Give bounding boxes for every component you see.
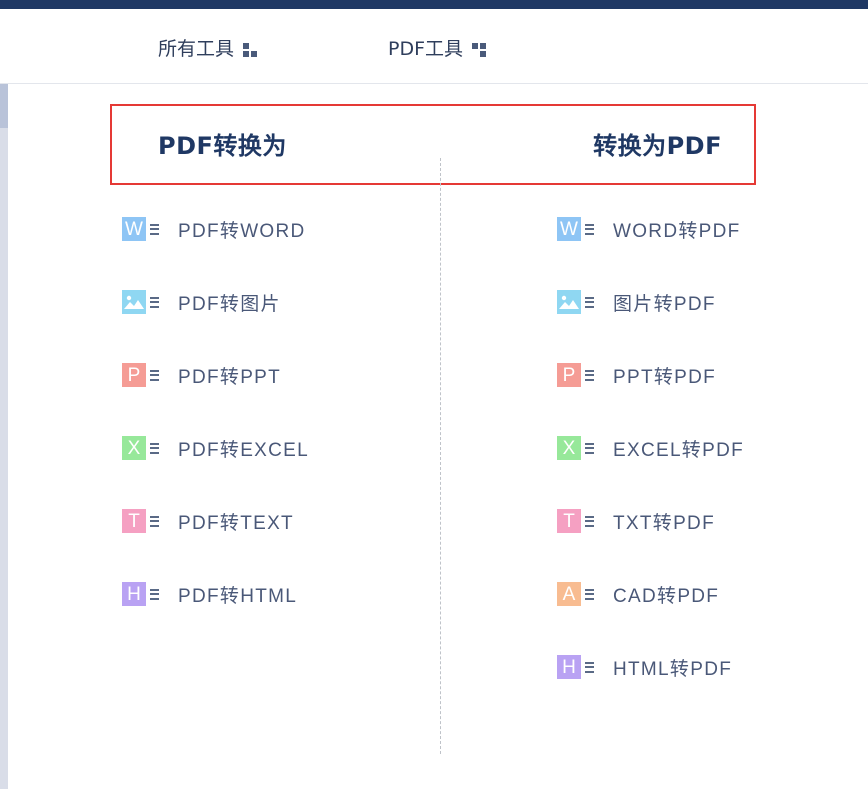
image-icon <box>122 290 146 314</box>
tool-label: PDF转EXCEL <box>178 439 310 461</box>
nav-all-tools[interactable]: 所有工具 <box>158 33 258 61</box>
tool-label: PDF转图片 <box>178 293 281 315</box>
text-icon: T <box>122 509 146 533</box>
excel-icon: X <box>557 436 581 460</box>
to-pdf-tool-item-txt-pdf[interactable]: T TXT转PDF <box>557 507 715 535</box>
tool-label: TXT转PDF <box>613 512 715 534</box>
badge-letter: P <box>562 364 576 386</box>
menu-lines-icon <box>150 369 159 381</box>
pdf-to-tool-item-pdf[interactable]: PDF转图片 <box>122 288 281 316</box>
left-scrollbar[interactable] <box>0 84 8 789</box>
nav-bar: 所有工具 PDF工具 <box>0 9 868 84</box>
menu-lines-icon <box>150 515 159 527</box>
menu-lines-icon <box>585 442 594 454</box>
badge-letter: H <box>127 583 141 605</box>
menu-lines-icon <box>585 661 594 673</box>
to-pdf-tool-item-word-pdf[interactable]: W WORD转PDF <box>557 215 741 243</box>
badge-letter: T <box>128 510 140 532</box>
tool-label: WORD转PDF <box>613 220 741 242</box>
excel-icon: X <box>122 436 146 460</box>
html-icon: H <box>122 582 146 606</box>
tool-label: CAD转PDF <box>613 585 720 607</box>
badge-letter: W <box>560 218 578 240</box>
column-title-to-pdf: 转换为PDF <box>593 132 722 160</box>
nav-pdf-tools[interactable]: PDF工具 <box>388 33 487 61</box>
pdf-to-tool-item-pdf-excel[interactable]: X PDF转EXCEL <box>122 434 309 462</box>
badge-letter: H <box>562 656 576 678</box>
to-pdf-tool-item-html-pdf[interactable]: H HTML转PDF <box>557 653 732 681</box>
menu-lines-icon <box>585 515 594 527</box>
ppt-icon: P <box>122 363 146 387</box>
word-icon: W <box>557 217 581 241</box>
top-strip <box>0 0 868 9</box>
grid-icon <box>472 42 487 58</box>
scrollbar-thumb[interactable] <box>0 84 8 128</box>
badge-letter: X <box>562 437 576 459</box>
tool-label: PDF转PPT <box>178 366 282 388</box>
pdf-to-tool-item-pdf-ppt[interactable]: P PDF转PPT <box>122 361 281 389</box>
to-pdf-tool-item-excel-pdf[interactable]: X EXCEL转PDF <box>557 434 744 462</box>
nav-all-tools-label: 所有工具 <box>158 37 235 60</box>
menu-lines-icon <box>585 296 594 308</box>
badge-letter: P <box>127 364 141 386</box>
menu-lines-icon <box>585 369 594 381</box>
html-icon: H <box>557 655 581 679</box>
column-divider <box>440 158 441 754</box>
pdf-to-tool-item-pdf-text[interactable]: T PDF转TEXT <box>122 507 294 535</box>
tool-label: PDF转WORD <box>178 220 306 242</box>
badge-letter: T <box>563 510 575 532</box>
to-pdf-tool-item-cad-pdf[interactable]: A CAD转PDF <box>557 580 719 608</box>
menu-lines-icon <box>150 223 159 235</box>
tool-label: PPT转PDF <box>613 366 717 388</box>
badge-letter: X <box>127 437 141 459</box>
text-icon: T <box>557 509 581 533</box>
to-pdf-tool-item-pdf[interactable]: 图片转PDF <box>557 288 716 316</box>
column-title-pdf-to: PDF转换为 <box>158 132 287 160</box>
menu-lines-icon <box>585 223 594 235</box>
pdf-to-tool-item-pdf-html[interactable]: H PDF转HTML <box>122 580 297 608</box>
nav-pdf-tools-label: PDF工具 <box>388 37 464 60</box>
ppt-icon: P <box>557 363 581 387</box>
menu-lines-icon <box>150 442 159 454</box>
grid-icon <box>243 42 258 58</box>
image-icon <box>557 290 581 314</box>
tool-label: EXCEL转PDF <box>613 439 745 461</box>
tool-label: 图片转PDF <box>613 293 716 315</box>
tool-label: PDF转TEXT <box>178 512 294 534</box>
menu-lines-icon <box>150 588 159 600</box>
menu-lines-icon <box>150 296 159 308</box>
badge-letter: A <box>562 583 576 605</box>
word-icon: W <box>122 217 146 241</box>
to-pdf-tool-item-ppt-pdf[interactable]: P PPT转PDF <box>557 361 716 389</box>
cad-icon: A <box>557 582 581 606</box>
menu-lines-icon <box>585 588 594 600</box>
tool-label: HTML转PDF <box>613 658 733 680</box>
tool-label: PDF转HTML <box>178 585 298 607</box>
pdf-to-tool-item-pdf-word[interactable]: W PDF转WORD <box>122 215 306 243</box>
badge-letter: W <box>125 218 143 240</box>
